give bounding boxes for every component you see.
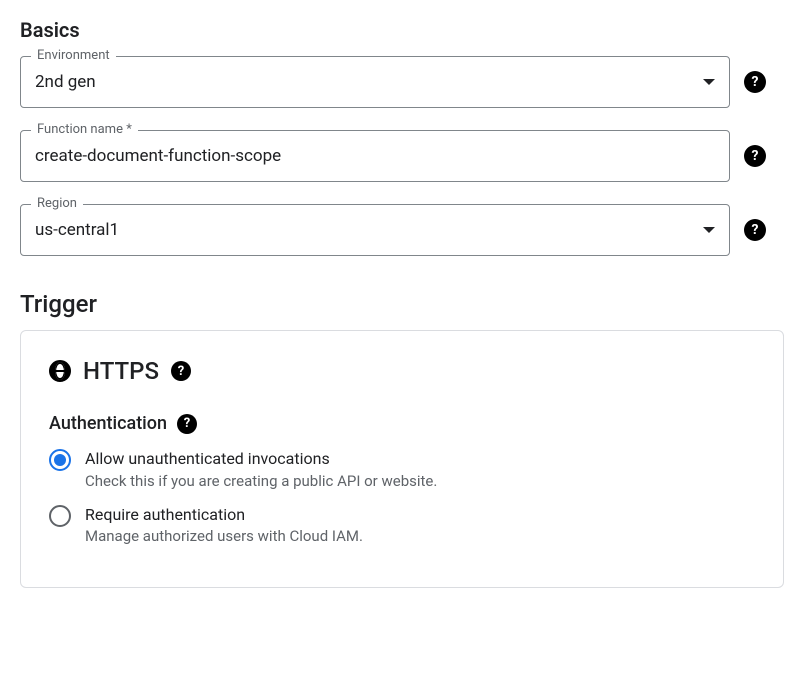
environment-value: 2nd gen	[35, 74, 695, 91]
radio-icon	[49, 449, 71, 471]
auth-option-label: Allow unauthenticated invocations	[85, 448, 437, 470]
help-icon[interactable]: ?	[177, 414, 197, 434]
auth-option-allow-unauth[interactable]: Allow unauthenticated invocations Check …	[49, 448, 755, 490]
function-name-label: Function name *	[31, 122, 138, 137]
region-select[interactable]: Region us-central1	[20, 204, 730, 256]
help-icon[interactable]: ?	[744, 219, 766, 241]
region-value: us-central1	[35, 222, 695, 239]
help-icon[interactable]: ?	[171, 361, 191, 381]
function-name-value: create-document-function-scope	[35, 148, 715, 165]
trigger-card: HTTPS ? Authentication ? Allow unauthent…	[20, 330, 784, 588]
auth-option-require-auth[interactable]: Require authentication Manage authorized…	[49, 504, 755, 546]
basics-title: Basics	[20, 18, 792, 42]
chevron-down-icon	[703, 79, 715, 85]
globe-icon	[49, 360, 71, 382]
environment-select[interactable]: Environment 2nd gen	[20, 56, 730, 108]
radio-icon	[49, 505, 71, 527]
auth-option-sub: Check this if you are creating a public …	[85, 472, 437, 490]
auth-option-sub: Manage authorized users with Cloud IAM.	[85, 527, 363, 545]
help-icon[interactable]: ?	[744, 145, 766, 167]
auth-option-label: Require authentication	[85, 504, 363, 526]
function-name-input[interactable]: Function name * create-document-function…	[20, 130, 730, 182]
trigger-title: Trigger	[20, 290, 792, 318]
help-icon[interactable]: ?	[744, 71, 766, 93]
auth-title: Authentication	[49, 413, 167, 434]
trigger-type: HTTPS	[83, 357, 159, 385]
region-label: Region	[31, 196, 83, 211]
chevron-down-icon	[703, 227, 715, 233]
environment-label: Environment	[31, 48, 116, 63]
